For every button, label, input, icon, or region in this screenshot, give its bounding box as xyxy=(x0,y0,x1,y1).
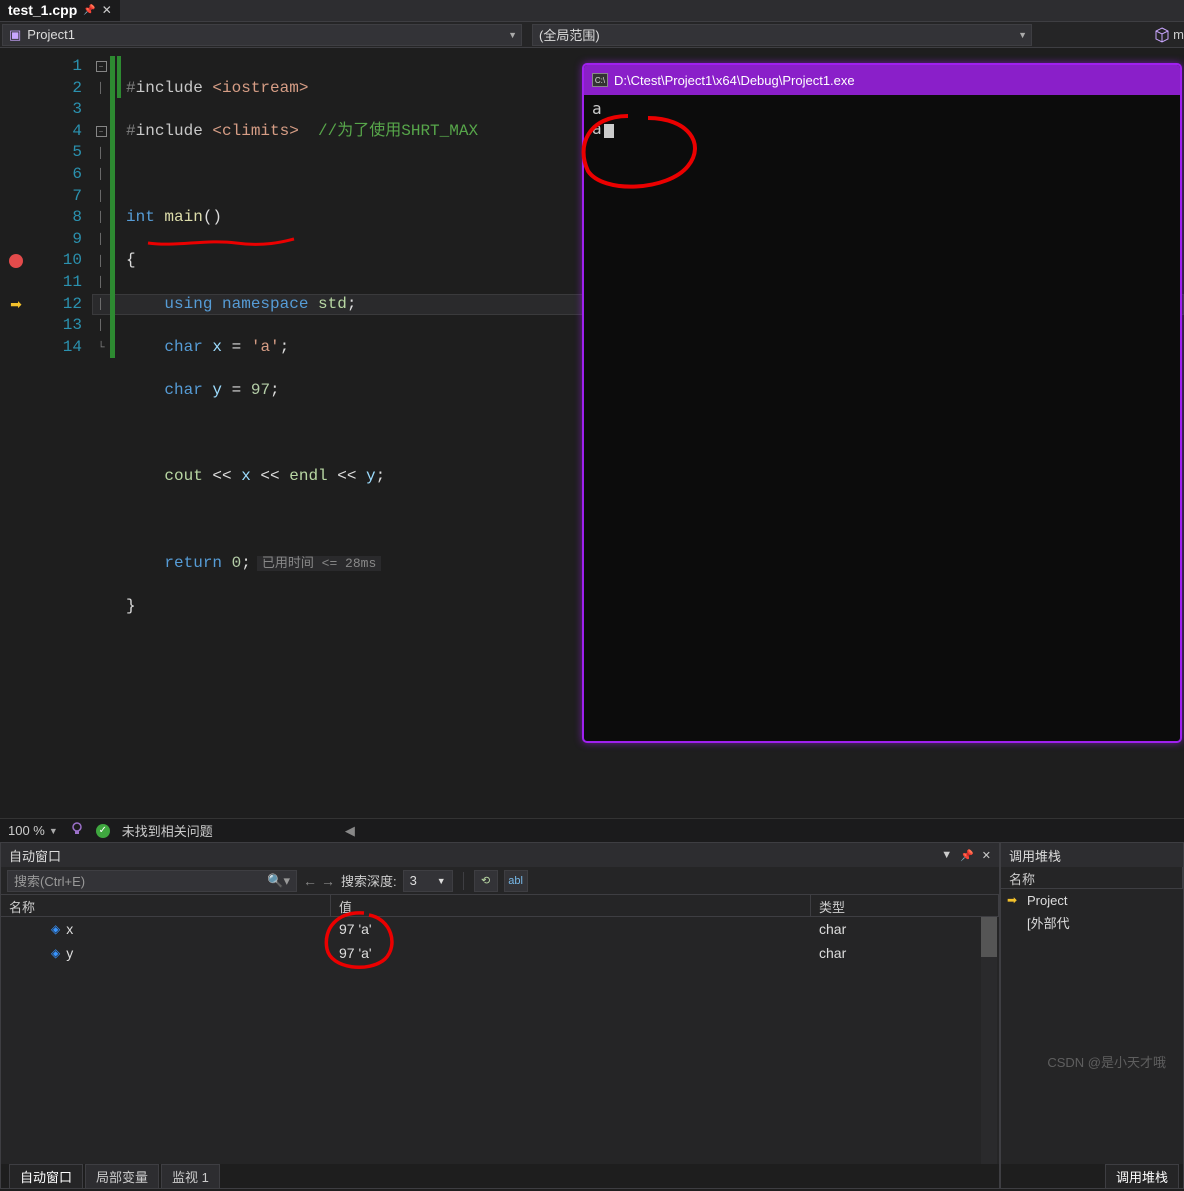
autos-rows: ◈ x 97 'a' char ◈ y 97 'a' char xyxy=(1,917,999,1164)
prev-icon[interactable]: ← xyxy=(303,873,317,889)
callstack-header[interactable]: 名称 xyxy=(1001,867,1183,889)
scope-dropdown[interactable]: (全局范围) ▼ xyxy=(532,24,1032,46)
search-placeholder: 搜索(Ctrl+E) xyxy=(14,871,85,890)
pin-icon[interactable]: 📌 xyxy=(960,849,974,862)
var-name: x xyxy=(66,921,73,937)
dropdown-extra-label: m xyxy=(1173,27,1184,42)
text-cursor xyxy=(604,124,614,138)
project-dropdown[interactable]: ▣ Project1 ▼ xyxy=(2,24,522,46)
console-icon: C:\ xyxy=(592,73,608,87)
current-statement-arrow-icon: ➡ xyxy=(0,294,32,316)
callstack-row[interactable]: ➡ Project xyxy=(1001,889,1183,911)
variable-icon: ◈ xyxy=(51,922,60,936)
panel-title-label: 自动窗口 xyxy=(9,846,61,865)
frame-label: Project xyxy=(1027,893,1067,908)
console-titlebar[interactable]: C:\ D:\Ctest\Project1\x64\Debug\Project1… xyxy=(584,65,1180,95)
callstack-title[interactable]: 调用堆栈 xyxy=(1001,843,1183,867)
bottom-tab-watch[interactable]: 监视 1 xyxy=(161,1164,220,1188)
perf-tip[interactable]: 已用时间 <= 28ms xyxy=(257,556,381,571)
fold-gutter[interactable]: − │ − ││││ ││││ │└ xyxy=(92,56,110,358)
project-icon: ▣ xyxy=(9,27,21,43)
var-type: char xyxy=(811,945,999,961)
var-value: 97 'a' xyxy=(331,945,811,961)
change-marker xyxy=(110,56,115,358)
col-name-header[interactable]: 名称 xyxy=(1001,867,1183,888)
var-type: char xyxy=(811,921,999,937)
callstack-row[interactable]: [外部代 xyxy=(1001,911,1183,933)
fold-toggle-icon[interactable]: − xyxy=(96,61,107,72)
project-dropdown-label: Project1 xyxy=(27,27,75,42)
console-title-text: D:\Ctest\Project1\x64\Debug\Project1.exe xyxy=(614,73,855,88)
autos-bottom-tabs: 自动窗口 局部变量 监视 1 xyxy=(1,1164,999,1188)
bottom-tab-autos[interactable]: 自动窗口 xyxy=(9,1164,83,1188)
watermark: CSDN @是小天才哦 xyxy=(1047,1052,1166,1071)
scope-dropdown-label: (全局范围) xyxy=(539,25,600,44)
depth-label: 搜索深度: xyxy=(341,871,397,890)
autos-toolbar: 搜索(Ctrl+E) 🔍▾ ← → 搜索深度: 3 ▼ ⟲ abl xyxy=(1,867,999,895)
col-value-header[interactable]: 值 xyxy=(331,895,811,916)
dropdown-arrow-icon: ▼ xyxy=(508,30,517,40)
tool-button[interactable]: abl xyxy=(504,870,528,892)
debug-gutter[interactable]: ➡ xyxy=(0,56,32,358)
var-value: 97 'a' xyxy=(331,921,811,937)
autos-panel: 自动窗口 ▼ 📌 ✕ 搜索(Ctrl+E) 🔍▾ ← → 搜索深度: 3 ▼ ⟲ xyxy=(0,842,1000,1189)
bottom-tab-locals[interactable]: 局部变量 xyxy=(85,1164,159,1188)
var-name: y xyxy=(66,945,73,961)
scroll-left-icon[interactable]: ◀ xyxy=(345,823,355,839)
bottom-tab-callstack[interactable]: 调用堆栈 xyxy=(1105,1164,1179,1188)
scrollbar[interactable] xyxy=(981,917,997,1164)
file-tabs: test_1.cpp 📌 ✕ xyxy=(0,0,1184,22)
autos-row[interactable]: ◈ x 97 'a' char xyxy=(1,917,999,941)
line-numbers: 1234567 891011121314 xyxy=(32,56,92,358)
dropdown-arrow-icon: ▼ xyxy=(437,876,446,886)
breakpoint-marker[interactable] xyxy=(0,250,32,272)
dropdown-arrow-icon: ▼ xyxy=(1018,30,1027,40)
callstack-panel: 调用堆栈 名称 ➡ Project [外部代 调用堆栈 xyxy=(1000,842,1184,1189)
depth-dropdown[interactable]: 3 ▼ xyxy=(403,870,453,892)
dropdown-arrow-icon: ▼ xyxy=(49,826,58,836)
autos-header[interactable]: 名称 值 类型 xyxy=(1,895,999,917)
console-window[interactable]: C:\ D:\Ctest\Project1\x64\Debug\Project1… xyxy=(582,63,1182,743)
next-icon[interactable]: → xyxy=(321,873,335,889)
variable-icon: ◈ xyxy=(51,946,60,960)
tool-button[interactable]: ⟲ xyxy=(474,870,498,892)
debug-panels: 自动窗口 ▼ 📌 ✕ 搜索(Ctrl+E) 🔍▾ ← → 搜索深度: 3 ▼ ⟲ xyxy=(0,842,1184,1189)
col-name-header[interactable]: 名称 xyxy=(1,895,331,916)
editor-status-bar: 100 % ▼ ✓ 未找到相关问题 ◀ xyxy=(0,818,1184,842)
cube-icon[interactable] xyxy=(1153,26,1171,44)
search-input[interactable]: 搜索(Ctrl+E) 🔍▾ xyxy=(7,870,297,892)
file-tab-active[interactable]: test_1.cpp 📌 ✕ xyxy=(0,0,120,21)
change-marker xyxy=(117,56,121,98)
zoom-label: 100 % xyxy=(8,823,45,838)
panel-title-label: 调用堆栈 xyxy=(1009,846,1061,865)
scrollbar-thumb[interactable] xyxy=(981,917,997,957)
callstack-rows: ➡ Project [外部代 xyxy=(1001,889,1183,1164)
issues-label: 未找到相关问题 xyxy=(122,821,213,840)
dropdown-arrow-icon[interactable]: ▼ xyxy=(941,849,952,862)
autos-panel-title[interactable]: 自动窗口 ▼ 📌 ✕ xyxy=(1,843,999,867)
col-type-header[interactable]: 类型 xyxy=(811,895,999,916)
search-icon: 🔍▾ xyxy=(267,873,290,889)
callstack-bottom-tabs: 调用堆栈 xyxy=(1001,1164,1183,1188)
close-icon[interactable]: ✕ xyxy=(982,849,991,862)
autos-row[interactable]: ◈ y 97 'a' char xyxy=(1,941,999,965)
console-line: a xyxy=(592,119,1172,139)
current-frame-arrow-icon: ➡ xyxy=(1007,893,1021,907)
close-icon[interactable]: ✕ xyxy=(102,3,112,17)
code-editor[interactable]: ➡ 1234567 891011121314 − │ − ││││ ││││ │… xyxy=(0,48,1184,818)
scope-dropdowns: ▣ Project1 ▼ (全局范围) ▼ m xyxy=(0,22,1184,48)
frame-label: [外部代 xyxy=(1027,913,1070,932)
code-area[interactable]: #include <iostream> #include <climits> /… xyxy=(126,56,478,704)
check-icon: ✓ xyxy=(96,824,110,838)
console-line: a xyxy=(592,99,1172,119)
console-output: a a xyxy=(584,95,1180,143)
pin-icon[interactable]: 📌 xyxy=(83,5,95,16)
lightbulb-icon[interactable] xyxy=(70,822,84,839)
file-tab-name: test_1.cpp xyxy=(8,2,77,18)
zoom-control[interactable]: 100 % ▼ xyxy=(8,823,58,838)
fold-toggle-icon[interactable]: − xyxy=(96,126,107,137)
